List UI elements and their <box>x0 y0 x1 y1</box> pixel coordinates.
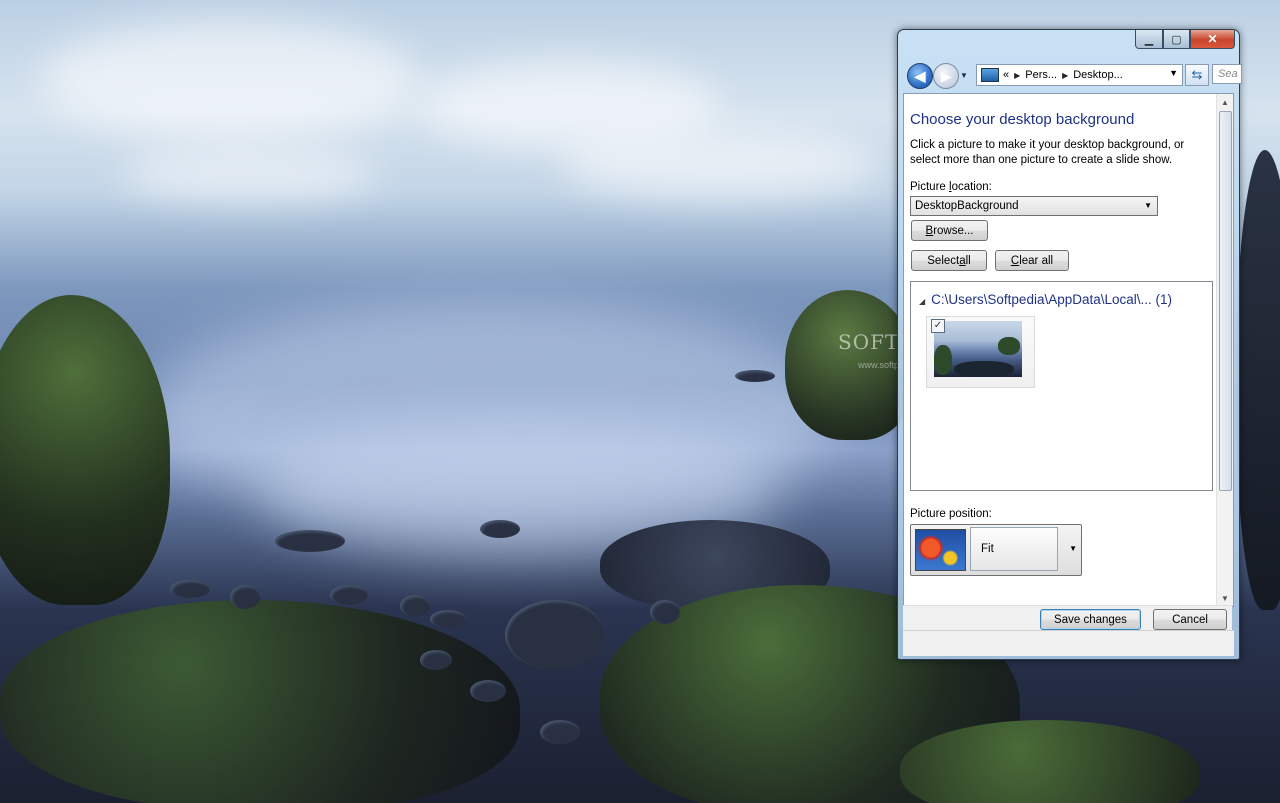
gallery-group-path: C:\Users\Softpedia\AppData\Local\... <box>931 292 1152 307</box>
chevron-right-icon[interactable]: ▶ <box>1062 71 1068 80</box>
breadcrumb-personalization[interactable]: Pers... <box>1025 69 1057 81</box>
minimize-button[interactable]: ▁ <box>1135 30 1163 49</box>
breadcrumb-desktop-background[interactable]: Desktop... <box>1073 69 1123 81</box>
forward-button[interactable]: ▶ <box>933 63 959 89</box>
cancel-button[interactable]: Cancel <box>1153 609 1227 630</box>
chevron-right-icon[interactable]: ▶ <box>1014 71 1020 80</box>
navigation-bar: ◀ ▶ ▼ « ▶ Pers... ▶ Desktop... ▼ ⇆ Sea <box>904 60 1242 92</box>
browse-button[interactable]: Browse... <box>911 220 988 241</box>
thumbnail-checkbox[interactable]: ✓ <box>931 319 945 333</box>
control-panel-icon <box>981 68 999 82</box>
close-button[interactable]: ✕ <box>1190 30 1235 49</box>
page-description: Click a picture to make it your desktop … <box>910 139 1185 166</box>
back-button[interactable]: ◀ <box>907 63 933 89</box>
thumbnail-image <box>934 321 1022 377</box>
address-overflow[interactable]: « <box>1003 69 1009 81</box>
caption-buttons: ▁ ▢ ✕ <box>1135 30 1235 49</box>
fit-preview-icon <box>915 529 966 571</box>
picture-position-value: Fit <box>970 527 1058 571</box>
recent-pages-dropdown[interactable]: ▼ <box>960 71 968 80</box>
picture-position-select[interactable]: Fit ▼ <box>910 524 1082 576</box>
refresh-button[interactable]: ⇆ <box>1185 64 1209 86</box>
refresh-icon: ⇆ <box>1191 67 1203 82</box>
save-changes-button[interactable]: Save changes <box>1040 609 1141 630</box>
address-bar[interactable]: « ▶ Pers... ▶ Desktop... ▼ <box>976 64 1183 86</box>
maximize-button[interactable]: ▢ <box>1163 30 1190 49</box>
chevron-down-icon: ▼ <box>1144 201 1152 210</box>
picture-location-value: DesktopBackground <box>915 200 1019 212</box>
picture-gallery[interactable]: ◢ C:\Users\Softpedia\AppData\Local\... (1… <box>910 281 1213 491</box>
search-input[interactable]: Sea <box>1212 64 1242 84</box>
select-all-button[interactable]: Select a ll <box>911 250 987 271</box>
collapse-triangle-icon[interactable]: ◢ <box>919 297 925 306</box>
back-arrow-icon: ◀ <box>914 67 926 84</box>
picture-thumbnail[interactable]: ✓ <box>926 316 1035 388</box>
clear-all-button[interactable]: Clear all <box>995 250 1069 271</box>
gallery-group-header[interactable]: ◢ C:\Users\Softpedia\AppData\Local\... (1… <box>919 292 1172 307</box>
chevron-down-icon[interactable]: ▼ <box>1169 68 1178 78</box>
chevron-down-icon: ▼ <box>1069 544 1077 553</box>
picture-location-select[interactable]: DesktopBackground ▼ <box>910 196 1158 216</box>
personalization-window: ▁ ▢ ✕ ◀ ▶ ▼ « ▶ Pers... ▶ Desktop... ▼ ⇆… <box>897 29 1242 660</box>
status-bar <box>903 630 1234 656</box>
vertical-scrollbar[interactable]: ▲ ▼ <box>1216 94 1233 606</box>
scroll-down-arrow-icon[interactable]: ▼ <box>1217 590 1233 606</box>
scrollbar-thumb[interactable] <box>1219 111 1232 491</box>
content-pane: Choose your desktop background Click a p… <box>903 93 1234 607</box>
gallery-group-count: (1) <box>1155 292 1173 307</box>
scroll-up-arrow-icon[interactable]: ▲ <box>1217 94 1233 110</box>
page-title: Choose your desktop background <box>910 111 1135 128</box>
picture-position-label: Picture position: <box>910 508 992 520</box>
picture-location-label: Picture location: <box>910 181 992 193</box>
forward-arrow-icon: ▶ <box>940 67 952 84</box>
